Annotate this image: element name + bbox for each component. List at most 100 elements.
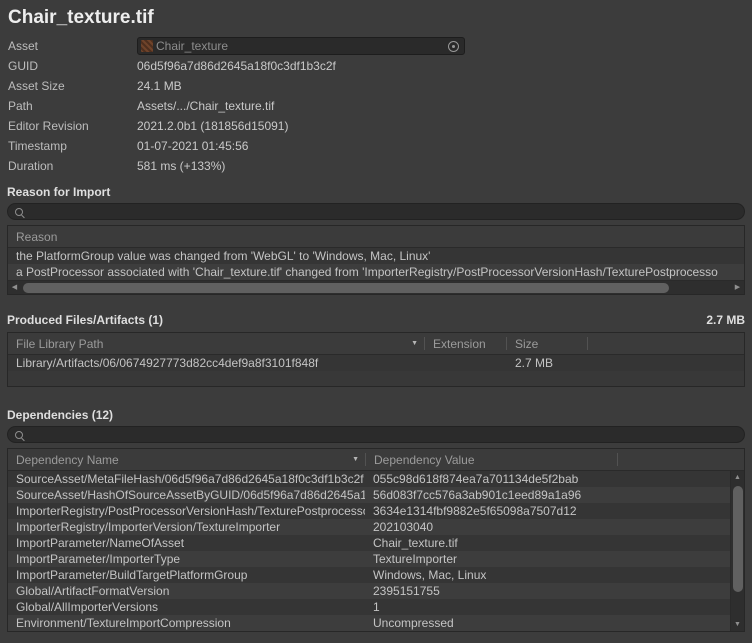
column-label: File Library Path	[16, 337, 103, 351]
reason-row[interactable]: a PostProcessor associated with 'Chair_t…	[8, 264, 744, 280]
dependency-name-cell: SourceAsset/HashOfSourceAssetByGUID/06d5…	[8, 487, 365, 503]
file-library-path-cell: Library/Artifacts/06/0674927773d82cc4def…	[8, 355, 424, 371]
dependency-value-cell: 3634e1314fbf9882e5f65098a7507d12	[365, 503, 616, 519]
table-row[interactable]: Global/ArtifactFormatVersion 2395151755	[8, 583, 730, 599]
reason-table-header[interactable]: Reason	[8, 226, 744, 248]
info-row-guid: GUID 06d5f96a7d86d2645a18f0c3df1b3c2f	[7, 56, 745, 76]
reason-search-field[interactable]	[7, 203, 745, 220]
scroll-up-icon[interactable]: ▲	[731, 471, 745, 484]
field-label: Asset Size	[8, 79, 137, 93]
page-title: Chair_texture.tif	[8, 7, 745, 29]
table-row[interactable]: ImporterRegistry/ImporterVersion/Texture…	[8, 519, 730, 535]
column-header-dependency-name[interactable]: Dependency Name ▼	[8, 449, 365, 470]
table-row[interactable]: ImportParameter/NameOfAsset Chair_textur…	[8, 535, 730, 551]
dependency-name-cell: ImportParameter/ImporterType	[8, 551, 365, 567]
scroll-right-icon[interactable]: ▶	[731, 281, 744, 295]
info-row-editor-revision: Editor Revision 2021.2.0b1 (181856d15091…	[7, 116, 745, 136]
column-label: Size	[515, 337, 538, 351]
reason-section-title: Reason for Import	[7, 184, 745, 200]
import-activity-window: Chair_texture.tif Asset Chair_texture GU…	[0, 0, 752, 643]
table-row[interactable]: ImportParameter/BuildTargetPlatformGroup…	[8, 567, 730, 583]
table-row[interactable]: SourceAsset/MetaFileHash/06d5f96a7d86d26…	[8, 471, 730, 487]
dependency-value-cell: Windows, Mac, Linux	[365, 567, 616, 583]
dependency-value-cell: 2395151755	[365, 583, 616, 599]
table-row[interactable]: Library/Artifacts/06/0674927773d82cc4def…	[8, 355, 744, 371]
dependencies-search-field[interactable]	[7, 426, 745, 443]
scroll-down-icon[interactable]: ▼	[731, 618, 745, 631]
produced-table-header: File Library Path ▼ Extension Size	[8, 333, 744, 355]
asset-object-field[interactable]: Chair_texture	[137, 37, 465, 55]
info-row-path: Path Assets/.../Chair_texture.tif	[7, 96, 745, 116]
field-label: Path	[8, 99, 137, 113]
vertical-scrollbar[interactable]: ▲ ▼	[730, 471, 744, 631]
dependency-name-cell: SourceAsset/MetaFileHash/06d5f96a7d86d26…	[8, 471, 365, 487]
table-row[interactable]: SourceAsset/HashOfSourceAssetByGUID/06d5…	[8, 487, 730, 503]
field-value: 01-07-2021 01:45:56	[137, 139, 248, 153]
asset-row: Asset Chair_texture	[7, 36, 745, 56]
scrollbar-track[interactable]	[21, 281, 731, 295]
column-header-dependency-value[interactable]: Dependency Value	[366, 449, 617, 470]
info-row-duration: Duration 581 ms (+133%)	[7, 156, 745, 176]
dependency-value-cell: 055c98d618f874ea7a701134de5f2bab	[365, 471, 616, 487]
object-picker-icon[interactable]	[448, 41, 459, 52]
field-label: GUID	[8, 59, 137, 73]
field-value: 581 ms (+133%)	[137, 159, 225, 173]
field-value: 24.1 MB	[137, 79, 182, 93]
info-row-asset-size: Asset Size 24.1 MB	[7, 76, 745, 96]
field-label: Duration	[8, 159, 137, 173]
extension-cell	[425, 355, 506, 371]
dependency-value-cell: Uncompressed	[365, 615, 616, 631]
reason-text: a PostProcessor associated with 'Chair_t…	[8, 265, 718, 279]
column-label: Dependency Value	[374, 453, 475, 467]
reason-table: Reason the PlatformGroup value was chang…	[7, 225, 745, 295]
asset-object-name: Chair_texture	[156, 39, 448, 53]
table-row[interactable]: Environment/TextureImportCompression Unc…	[8, 615, 730, 631]
dependency-value-cell: TextureImporter	[365, 551, 616, 567]
dependencies-table-header: Dependency Name ▼ Dependency Value	[8, 449, 744, 471]
reason-text: the PlatformGroup value was changed from…	[8, 249, 430, 263]
field-label: Timestamp	[8, 139, 137, 153]
dependencies-section-title: Dependencies (12)	[7, 407, 745, 423]
table-row[interactable]: Global/AllImporterVersions 1	[8, 599, 730, 615]
info-row-timestamp: Timestamp 01-07-2021 01:45:56	[7, 136, 745, 156]
size-cell: 2.7 MB	[507, 355, 587, 371]
scroll-left-icon[interactable]: ◀	[8, 281, 21, 295]
texture-thumbnail-icon	[141, 40, 153, 52]
dependencies-rows: SourceAsset/MetaFileHash/06d5f96a7d86d26…	[8, 471, 730, 631]
scrollbar-thumb[interactable]	[733, 486, 743, 592]
column-header-file-library-path[interactable]: File Library Path ▼	[8, 333, 424, 354]
sort-descending-icon: ▼	[411, 340, 418, 347]
dependency-name-cell: ImportParameter/BuildTargetPlatformGroup	[8, 567, 365, 583]
reason-column-header[interactable]: Reason	[8, 226, 744, 247]
reason-search-input[interactable]	[28, 205, 737, 219]
reason-column-label: Reason	[16, 230, 57, 244]
field-label: Editor Revision	[8, 119, 137, 133]
produced-total-size: 2.7 MB	[706, 312, 745, 328]
horizontal-scrollbar[interactable]: ◀ ▶	[8, 280, 744, 294]
dependency-name-cell: Global/AllImporterVersions	[8, 599, 365, 615]
column-header-empty	[588, 333, 744, 354]
dependency-name-cell: Environment/TextureImportCompression	[8, 615, 365, 631]
sort-descending-icon: ▼	[352, 456, 359, 463]
dependency-value-cell: Chair_texture.tif	[365, 535, 616, 551]
field-value: Assets/.../Chair_texture.tif	[137, 99, 274, 113]
search-icon	[15, 208, 23, 216]
column-header-extension[interactable]: Extension	[425, 333, 506, 354]
table-row[interactable]: ImporterRegistry/PostProcessorVersionHas…	[8, 503, 730, 519]
scrollbar-thumb[interactable]	[23, 283, 669, 293]
dependency-value-cell: 56d083f7cc576a3ab901c1eed89a1a96	[365, 487, 616, 503]
table-row[interactable]: ImportParameter/ImporterType TextureImpo…	[8, 551, 730, 567]
column-header-size[interactable]: Size	[507, 333, 587, 354]
dependencies-search-input[interactable]	[28, 428, 737, 442]
column-label: Extension	[433, 337, 486, 351]
produced-section-title: Produced Files/Artifacts (1)	[7, 312, 163, 328]
dependency-value-cell: 202103040	[365, 519, 616, 535]
produced-section-header: Produced Files/Artifacts (1) 2.7 MB	[7, 312, 745, 328]
scrollbar-track[interactable]	[731, 484, 745, 618]
column-header-empty	[618, 449, 744, 470]
produced-files-table: File Library Path ▼ Extension Size Libra…	[7, 332, 745, 387]
dependency-name-cell: ImporterRegistry/ImporterVersion/Texture…	[8, 519, 365, 535]
search-icon	[15, 431, 23, 439]
dependency-name-cell: ImportParameter/NameOfAsset	[8, 535, 365, 551]
reason-row[interactable]: the PlatformGroup value was changed from…	[8, 248, 744, 264]
